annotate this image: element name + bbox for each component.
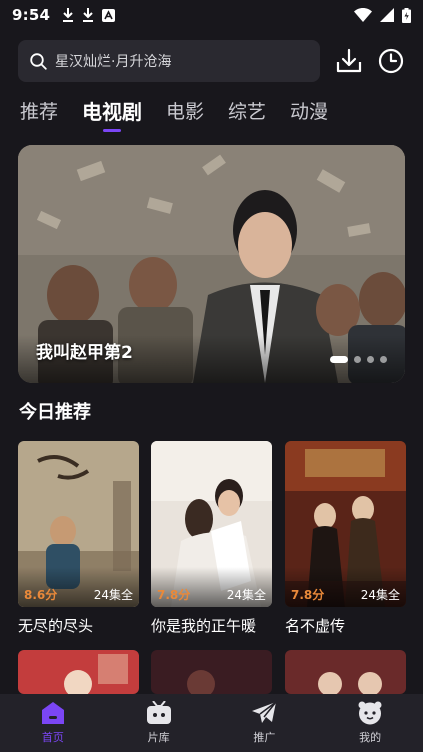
search-placeholder: 星汉灿烂·月升沧海 — [55, 54, 172, 70]
search-row: 星汉灿烂·月升沧海 — [18, 40, 408, 82]
history-button[interactable] — [374, 44, 408, 78]
drama-card[interactable] — [285, 650, 406, 694]
nav-home[interactable]: 首页 — [0, 694, 106, 752]
tab-recommend[interactable]: 推荐 — [20, 98, 58, 126]
drama-poster: 7.8分 24集全 — [285, 441, 406, 607]
poster-image — [285, 650, 406, 694]
tab-tv-series[interactable]: 电视剧 — [82, 98, 142, 126]
download-notification-icon — [83, 8, 94, 22]
nav-promote[interactable]: 推广 — [212, 694, 318, 752]
drama-card[interactable]: 7.8分 24集全 名不虚传 — [285, 441, 406, 636]
banner-dot[interactable] — [380, 356, 387, 363]
episodes-label: 24集全 — [93, 588, 133, 602]
status-bar: 9:54 — [0, 0, 423, 30]
drama-title: 你是我的正午暖 — [151, 617, 257, 635]
drama-poster: 8.6分 24集全 — [18, 441, 139, 607]
share-plane-icon — [252, 701, 277, 723]
bottom-navigation: 首页 片库 推广 我的 — [0, 694, 423, 752]
profile-face-icon — [358, 701, 382, 725]
history-icon — [379, 48, 404, 74]
search-input[interactable]: 星汉灿烂·月升沧海 — [18, 40, 320, 82]
drama-card[interactable] — [151, 650, 272, 694]
tab-movies[interactable]: 电影 — [166, 98, 204, 126]
drama-poster: 7.8分 24集全 — [151, 441, 272, 607]
poster-image — [18, 650, 139, 694]
drama-card[interactable] — [18, 650, 139, 694]
library-icon — [146, 701, 171, 724]
nav-label: 推广 — [253, 731, 276, 744]
rating-label: 8.6分 — [24, 588, 58, 602]
battery-icon — [402, 7, 411, 23]
banner-dot[interactable] — [354, 356, 361, 363]
download-icon — [336, 48, 361, 73]
status-time: 9:54 — [12, 6, 51, 24]
nav-label: 首页 — [41, 731, 64, 744]
featured-banner[interactable]: 我叫赵甲第2 — [18, 145, 405, 383]
nav-label: 我的 — [359, 731, 382, 744]
rating-label: 7.8分 — [157, 588, 191, 602]
drama-card[interactable]: 7.8分 24集全 你是我的正午暖 — [151, 441, 272, 636]
section-title: 今日推荐 — [19, 402, 91, 423]
home-icon — [41, 702, 64, 724]
drama-poster — [285, 650, 406, 694]
tab-anime[interactable]: 动漫 — [290, 98, 328, 126]
drama-poster — [151, 650, 272, 694]
search-icon — [30, 52, 47, 70]
nav-profile[interactable]: 我的 — [317, 694, 423, 752]
drama-title: 无尽的尽头 — [18, 617, 94, 635]
banner-pagination — [330, 356, 387, 363]
signal-icon — [380, 8, 394, 22]
system-icons — [354, 7, 411, 23]
nav-library[interactable]: 片库 — [106, 694, 212, 752]
drama-card[interactable]: 8.6分 24集全 无尽的尽头 — [18, 441, 139, 636]
download-notification-icon — [63, 8, 74, 22]
download-button[interactable] — [332, 44, 366, 78]
banner-dot[interactable] — [330, 356, 348, 363]
rating-label: 7.8分 — [291, 588, 325, 602]
episodes-label: 24集全 — [226, 588, 266, 602]
drama-poster — [18, 650, 139, 694]
nav-label: 片库 — [147, 731, 170, 744]
category-tabs: 推荐 电视剧 电影 综艺 动漫 — [20, 98, 328, 126]
poster-image — [151, 650, 272, 694]
notification-icons — [62, 8, 116, 22]
app-notification-icon — [102, 8, 116, 22]
tab-variety[interactable]: 综艺 — [228, 98, 266, 126]
episodes-label: 24集全 — [360, 588, 400, 602]
banner-title: 我叫赵甲第2 — [36, 343, 133, 363]
banner-dot[interactable] — [367, 356, 374, 363]
wifi-icon — [354, 8, 372, 22]
drama-title: 名不虚传 — [285, 617, 346, 635]
